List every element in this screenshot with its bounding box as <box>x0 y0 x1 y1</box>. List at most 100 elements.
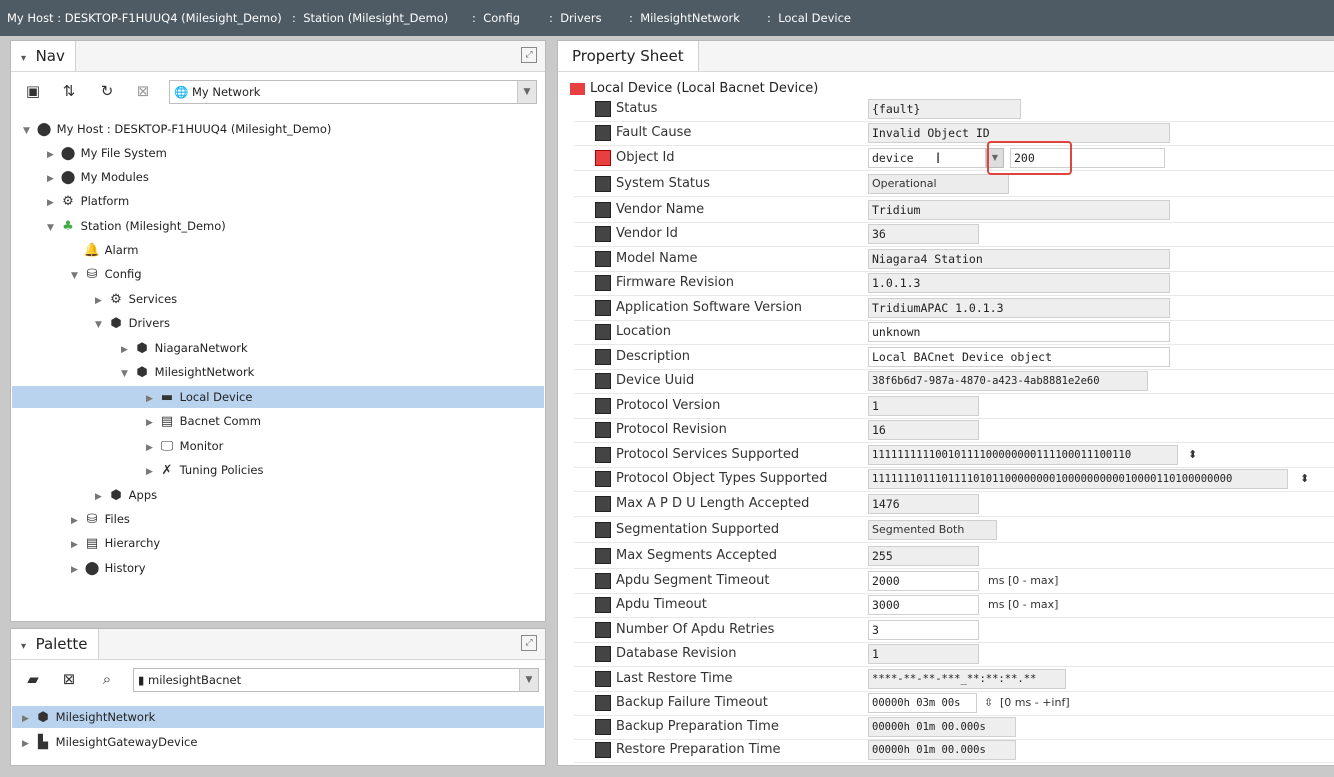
slot-icon <box>595 324 611 340</box>
protocol-version-field: 1 <box>868 396 979 416</box>
apdu-timeout-input[interactable]: 3000 <box>868 595 979 615</box>
station-icon: ♣ <box>62 219 74 234</box>
slot-icon <box>595 719 611 735</box>
expand-icon[interactable]: ⬍ <box>1300 467 1309 491</box>
palette-tab[interactable]: ▾ Palette <box>11 629 99 659</box>
location-input[interactable]: unknown <box>868 322 1170 342</box>
protocol-services-field: 1111111111001011110000000011110001110011… <box>868 445 1178 465</box>
tree-node-host[interactable]: ▼ ⬤ My Host : DESKTOP-F1HUUQ4 (Milesight_… <box>23 118 331 140</box>
apdu-retries-input[interactable]: 3 <box>868 620 979 640</box>
refresh-icon[interactable]: ↻ <box>97 81 117 101</box>
tree-node-apps[interactable]: ▶ ⬢ Apps <box>95 484 157 506</box>
system-status-field[interactable]: Operational <box>868 174 1009 194</box>
nav-toolbar: ▣ ⇅ ↻ ⊠ 🌐 My Network ▼ <box>11 74 545 108</box>
path-config[interactable]: : Config <box>472 11 520 25</box>
tree-node-niagaranetwork[interactable]: ▶ ⬢ NiagaraNetwork <box>121 337 248 359</box>
slot-icon <box>595 573 611 589</box>
slot-icon <box>595 622 611 638</box>
database-revision-field: 1 <box>868 644 979 664</box>
search-icon[interactable]: ⌕ <box>97 669 117 689</box>
nav-tab[interactable]: ▾ Nav <box>11 41 76 71</box>
vendor-id-field: 36 <box>868 224 979 244</box>
close-icon[interactable]: ⊠ <box>59 669 79 689</box>
prop-row-object-id: Object Id device ▼ 200 <box>574 146 1334 171</box>
prop-row-vendor-name: Vendor Name Tridium <box>574 198 1334 223</box>
palette-item-milesightnetwork[interactable]: ▶ ⬢ MilesightNetwork <box>12 706 544 728</box>
prop-row-backup-failure-timeout: Backup Failure Timeout 00000h 03m 00s ⇳ [0 … <box>574 691 1334 716</box>
slot-icon <box>595 373 611 389</box>
tree-node-tuning-policies[interactable]: ▶ ✗ Tuning Policies <box>146 459 264 481</box>
device-icon <box>570 82 585 95</box>
path-milesightnetwork[interactable]: : MilesightNetwork <box>629 11 740 25</box>
path-drivers[interactable]: : Drivers <box>549 11 602 25</box>
last-restore-time-field: ****-**-**-***_**:**:**.** <box>868 669 1066 689</box>
tree-node-alarm[interactable]: 🔔 Alarm <box>71 239 139 261</box>
device-uuid-field: 38f6b6d7-987a-4870-a423-4ab8881e2e60 <box>868 371 1148 391</box>
network-icon: ⬢ <box>37 710 49 725</box>
backup-failure-timeout-input[interactable]: 00000h 03m 00s <box>868 693 977 713</box>
slot-icon <box>595 150 611 166</box>
close-icon[interactable]: ⊠ <box>133 81 153 101</box>
slot-icon <box>595 548 611 564</box>
model-name-field: Niagara4 Station <box>868 249 1170 269</box>
object-type-select[interactable]: device <box>868 148 986 168</box>
app-software-version-field: TridiumAPAC 1.0.1.3 <box>868 298 1170 318</box>
tree-node-modules[interactable]: ▶ ⬤ My Modules <box>47 166 149 188</box>
expand-icon[interactable]: ⬍ <box>1188 443 1197 467</box>
tree-node-hierarchy[interactable]: ▶ ▤ Hierarchy <box>71 532 160 554</box>
slot-icon <box>595 496 611 512</box>
palette-combo[interactable]: ▮ milesightBacnet ▼ <box>133 668 539 692</box>
tree-node-services[interactable]: ▶ ⚙ Services <box>95 288 177 310</box>
path-local-device[interactable]: : Local Device <box>767 11 851 25</box>
chevron-down-icon[interactable]: ▼ <box>519 669 538 691</box>
backup-preparation-time-field: 00000h 01m 00.000s <box>868 717 1016 737</box>
network-combo[interactable]: 🌐 My Network ▼ <box>169 80 537 104</box>
tree-node-history[interactable]: ▶ ⬤ History <box>71 557 146 579</box>
property-sheet-tab[interactable]: Property Sheet <box>558 41 699 71</box>
tree-node-monitor[interactable]: ▶ 🖵 Monitor <box>146 435 223 457</box>
folder-icon[interactable]: ▰ <box>23 669 43 689</box>
slot-icon <box>595 471 611 487</box>
host-icon: ⬤ <box>36 122 52 137</box>
maximize-icon[interactable]: ⤢ <box>521 635 537 651</box>
network-icon: ⬢ <box>136 365 148 380</box>
apdu-segment-timeout-input[interactable]: 2000 <box>868 571 979 591</box>
slot-icon <box>595 597 611 613</box>
prop-row-vendor-id: Vendor Id 36 <box>574 222 1334 247</box>
prop-row-fault-cause: Fault Cause Invalid Object ID <box>574 121 1334 146</box>
prop-row-system-status: System Status Operational <box>574 172 1334 197</box>
chevron-down-icon[interactable]: ▼ <box>517 81 536 103</box>
slot-icon <box>595 742 611 758</box>
palette-item-gateway[interactable]: ▶ ▙ MilesightGatewayDevice <box>22 731 197 753</box>
spinner-icon[interactable]: ⇳ <box>984 691 993 715</box>
maximize-icon[interactable]: ⤢ <box>521 47 537 63</box>
tree-node-file-system[interactable]: ▶ ⬤ My File System <box>47 142 167 164</box>
apps-icon: ⬢ <box>110 488 122 503</box>
folder-open-icon[interactable]: ▣ <box>23 81 43 101</box>
tree-node-config[interactable]: ▼ ⛁ Config <box>71 263 142 285</box>
tree-node-station[interactable]: ▼ ♣ Station (Milesight_Demo) <box>47 215 226 237</box>
filesystem-icon: ⬤ <box>60 146 76 161</box>
path-station[interactable]: : Station (Milesight_Demo) <box>292 11 448 25</box>
path-host[interactable]: My Host : DESKTOP-F1HUUQ4 (Milesight_Dem… <box>7 11 282 25</box>
prop-row-firmware-revision: Firmware Revision 1.0.1.3 <box>574 271 1334 296</box>
slot-icon <box>595 101 611 117</box>
prop-row-apdu-retries: Number Of Apdu Retries 3 <box>574 618 1334 643</box>
tree-node-files[interactable]: ▶ ⛁ Files <box>71 508 130 530</box>
tree-node-milesightnetwork[interactable]: ▼ ⬢ MilesightNetwork <box>121 361 254 383</box>
prop-row-max-segments: Max Segments Accepted 255 <box>574 544 1334 569</box>
max-segments-field: 255 <box>868 546 979 566</box>
services-icon: ⚙ <box>110 292 122 307</box>
tree-node-drivers[interactable]: ▼ ⬢ Drivers <box>95 312 170 334</box>
slot-icon <box>595 202 611 218</box>
modules-icon: ⬤ <box>60 170 76 185</box>
segmentation-field[interactable]: Segmented Both <box>868 520 997 540</box>
tree-node-bacnet-comm[interactable]: ▶ ▤ Bacnet Comm <box>146 410 261 432</box>
tree-node-local-device[interactable]: ▶ ▬ Local Device <box>12 386 544 408</box>
sort-icon[interactable]: ⇅ <box>59 81 79 101</box>
tree-node-platform[interactable]: ▶ ⚙ Platform <box>47 190 129 212</box>
prop-row-database-revision: Database Revision 1 <box>574 642 1334 667</box>
slot-icon <box>595 125 611 141</box>
slot-icon <box>595 398 611 414</box>
description-input[interactable]: Local BACnet Device object <box>868 347 1170 367</box>
